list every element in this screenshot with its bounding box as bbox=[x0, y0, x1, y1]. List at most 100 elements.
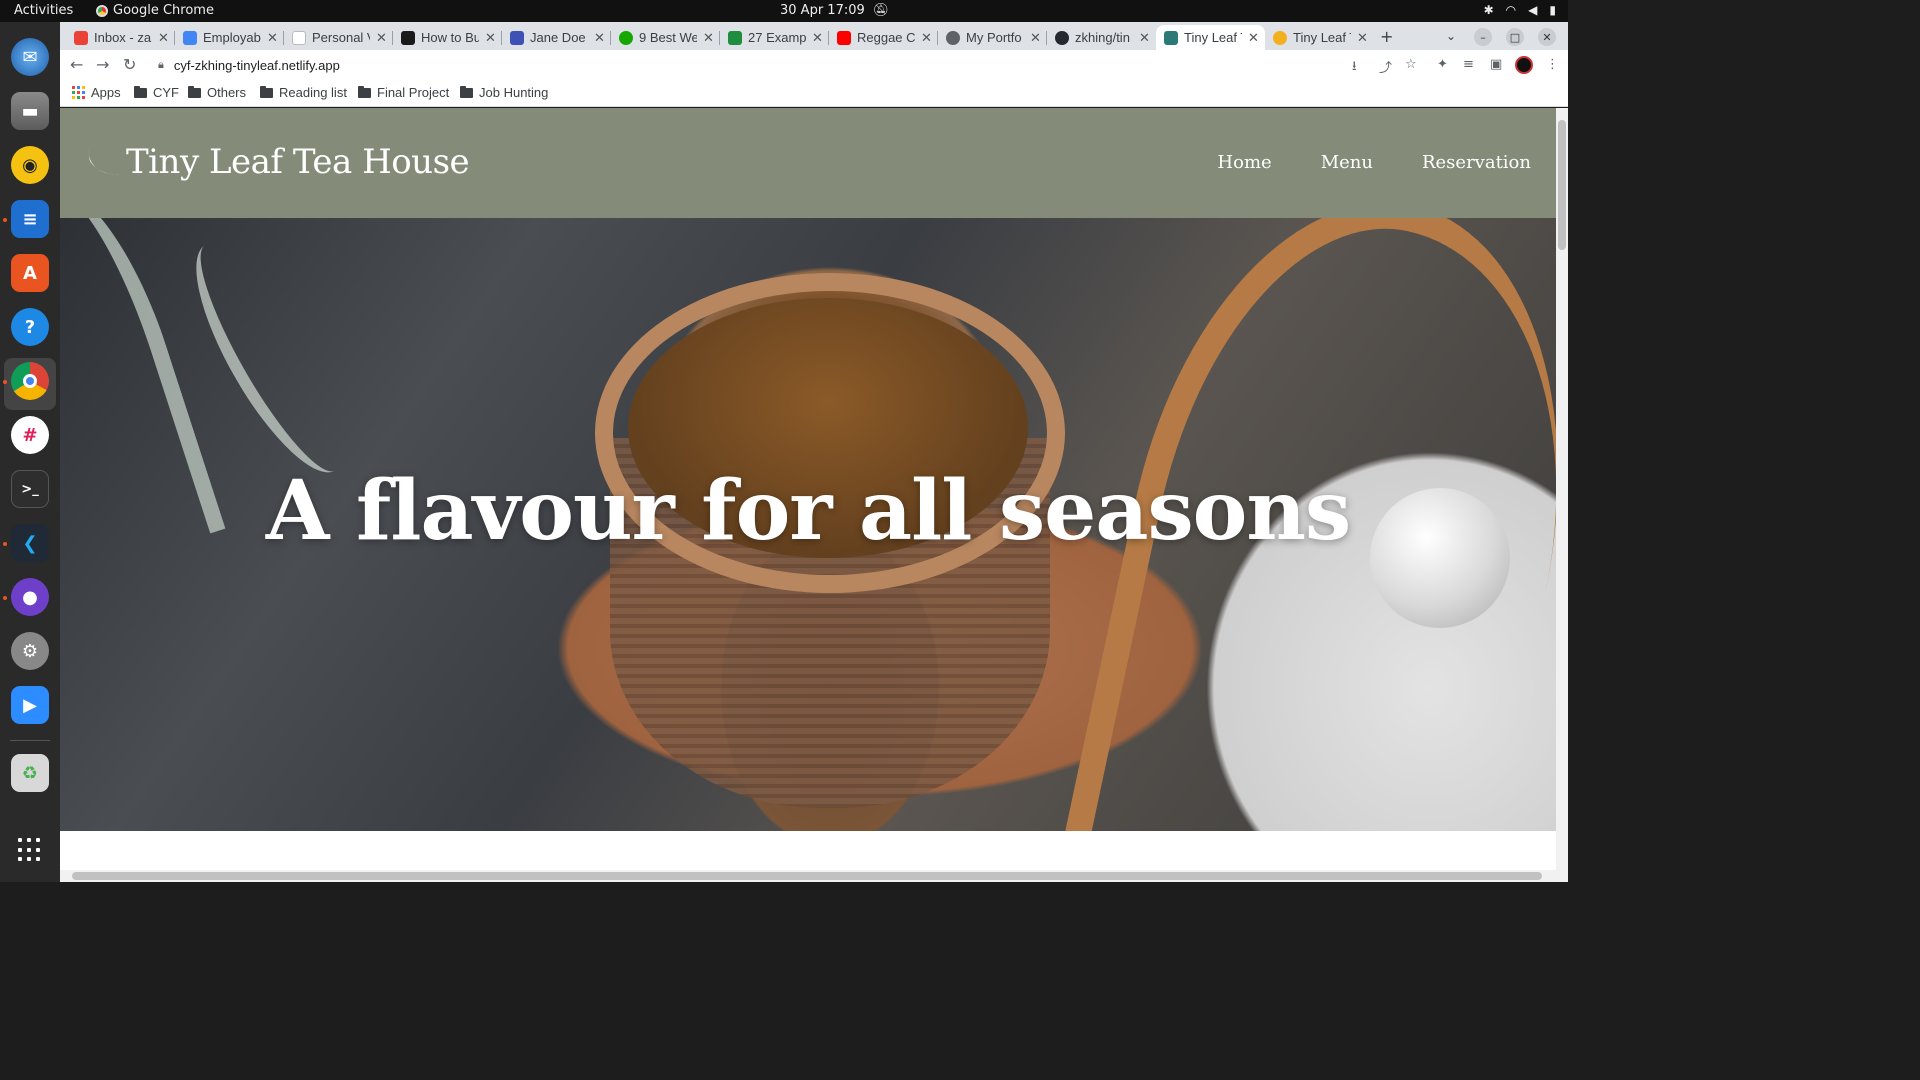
page-icon bbox=[292, 30, 306, 45]
help-icon[interactable]: ? bbox=[11, 308, 49, 346]
sheet-icon bbox=[728, 30, 742, 45]
nav-menu-link[interactable]: Menu bbox=[1321, 152, 1373, 173]
running-indicator bbox=[3, 380, 7, 384]
forward-icon[interactable]: → bbox=[96, 55, 109, 74]
close-icon[interactable]: ✕ bbox=[1248, 30, 1259, 46]
close-window-icon[interactable]: ✕ bbox=[1538, 28, 1556, 46]
app-name: Google Chrome bbox=[113, 3, 214, 18]
reload-icon[interactable]: ↻ bbox=[123, 55, 136, 74]
chrome-icon[interactable] bbox=[11, 362, 49, 400]
settings-icon[interactable]: ⚙ bbox=[11, 632, 49, 670]
close-icon[interactable]: ✕ bbox=[376, 30, 387, 46]
browser-toolbar: ← → ↻ 🔒︎ cyf-zkhing-tinyleaf.netlify.app… bbox=[60, 50, 1568, 80]
writer-icon[interactable]: ≡ bbox=[11, 200, 49, 238]
extensions-icon[interactable]: ✦ bbox=[1437, 57, 1448, 72]
activities-button[interactable]: Activities bbox=[14, 3, 73, 18]
rhythmbox-icon[interactable]: ◉ bbox=[11, 146, 49, 184]
tab[interactable]: Inbox - za ✕ bbox=[66, 25, 175, 50]
close-icon[interactable]: ✕ bbox=[921, 30, 932, 46]
apps-grid-icon bbox=[72, 86, 85, 99]
chrome-icon bbox=[96, 4, 108, 17]
tab-label: zkhing/tin bbox=[1075, 30, 1130, 45]
close-icon[interactable]: ✕ bbox=[1357, 30, 1368, 46]
slack-icon[interactable]: # bbox=[11, 416, 49, 454]
tab-label: Employab bbox=[203, 30, 261, 45]
site-brand[interactable]: Tiny Leaf Tea House bbox=[84, 142, 470, 182]
tab-search-icon[interactable]: ⌄ bbox=[1446, 29, 1456, 43]
sun-icon bbox=[1273, 30, 1287, 45]
profile-avatar[interactable] bbox=[1515, 56, 1533, 74]
trash-icon[interactable]: ♻ bbox=[11, 754, 49, 792]
volume-icon: ◀ bbox=[1528, 3, 1538, 17]
minimize-icon[interactable]: – bbox=[1474, 28, 1492, 46]
tab[interactable]: Jane Doe ✕ bbox=[502, 25, 611, 50]
close-icon[interactable]: ✕ bbox=[594, 30, 605, 46]
nav-reservation-link[interactable]: Reservation bbox=[1422, 152, 1531, 173]
tab[interactable]: 9 Best We ✕ bbox=[611, 25, 720, 50]
bookmark-folder[interactable]: Job Hunting bbox=[460, 85, 548, 100]
nav-home-link[interactable]: Home bbox=[1217, 152, 1271, 173]
tab[interactable]: My Portfo ✕ bbox=[938, 25, 1047, 50]
jd-icon bbox=[510, 30, 524, 45]
bookmark-folder[interactable]: Others bbox=[188, 85, 246, 100]
tab[interactable]: zkhing/tin ✕ bbox=[1047, 25, 1156, 50]
install-icon[interactable]: ⭳ bbox=[1352, 57, 1357, 79]
back-icon[interactable]: ← bbox=[70, 55, 83, 74]
tab[interactable]: Tiny Leaf T ✕ bbox=[1265, 25, 1374, 50]
site-nav: Home Menu Reservation bbox=[1217, 152, 1531, 173]
bookmark-folder[interactable]: Reading list bbox=[260, 85, 347, 100]
vertical-scrollbar[interactable] bbox=[1556, 108, 1568, 870]
dock-separator bbox=[10, 740, 50, 741]
docs-icon bbox=[183, 30, 197, 45]
reading-list-icon[interactable]: ≡ bbox=[1463, 57, 1474, 72]
scrollbar-thumb[interactable] bbox=[72, 872, 1542, 880]
tab[interactable]: Reggae Cr ✕ bbox=[829, 25, 938, 50]
vscode-icon[interactable]: ❮ bbox=[11, 524, 49, 562]
share-icon[interactable]: ⤴ bbox=[1379, 57, 1392, 76]
tab[interactable]: How to Bu ✕ bbox=[393, 25, 502, 50]
side-panel-icon[interactable]: ▣ bbox=[1490, 57, 1502, 72]
close-icon[interactable]: ✕ bbox=[1030, 30, 1041, 46]
tab[interactable]: Employab ✕ bbox=[175, 25, 284, 50]
files-icon[interactable]: ▬ bbox=[11, 92, 49, 130]
tab[interactable]: 27 Exampl ✕ bbox=[720, 25, 829, 50]
dock: ✉ ▬ ◉ ≡ A ? # >_ ❮ ● ⚙ ▶ ♻ bbox=[0, 22, 60, 882]
close-icon[interactable]: ✕ bbox=[267, 30, 278, 46]
tab-strip: Inbox - za ✕ Employab ✕ Personal V ✕ How… bbox=[60, 22, 1568, 50]
terminal-icon[interactable]: >_ bbox=[11, 470, 49, 508]
bookmark-folder[interactable]: CYF bbox=[134, 85, 179, 100]
github-icon[interactable]: ● bbox=[11, 578, 49, 616]
close-icon[interactable]: ✕ bbox=[158, 30, 169, 46]
brand-name: Tiny Leaf Tea House bbox=[126, 142, 470, 182]
close-icon[interactable]: ✕ bbox=[812, 30, 823, 46]
globe-icon bbox=[946, 30, 960, 45]
bookmark-label: Apps bbox=[91, 85, 121, 100]
thunderbird-icon[interactable]: ✉ bbox=[11, 38, 49, 76]
software-icon[interactable]: A bbox=[11, 254, 49, 292]
new-tab-icon[interactable]: + bbox=[1380, 27, 1393, 46]
bookmark-folder[interactable]: Final Project bbox=[358, 85, 449, 100]
close-icon[interactable]: ✕ bbox=[485, 30, 496, 46]
bookmark-apps[interactable]: Apps bbox=[72, 85, 121, 100]
close-icon[interactable]: ✕ bbox=[703, 30, 714, 46]
bookmark-label: Job Hunting bbox=[479, 85, 549, 100]
clock[interactable]: 30 Apr 17:09 🔕︎ bbox=[780, 3, 889, 18]
address-bar[interactable]: 🔒︎ cyf-zkhing-tinyleaf.netlify.app bbox=[152, 53, 1352, 77]
site-icon bbox=[401, 30, 415, 45]
app-menu[interactable]: Google Chrome bbox=[96, 3, 214, 18]
folder-icon bbox=[188, 85, 201, 98]
tab-active[interactable]: Tiny Leaf T ✕ bbox=[1156, 25, 1265, 50]
hero-title: A flavour for all seasons bbox=[265, 463, 1351, 559]
show-apps-icon[interactable] bbox=[18, 838, 42, 862]
menu-kebab-icon[interactable]: ⋮ bbox=[1546, 57, 1559, 72]
zoom-icon[interactable]: ▶ bbox=[11, 686, 49, 724]
horizontal-scrollbar[interactable] bbox=[60, 870, 1568, 882]
tab[interactable]: Personal V ✕ bbox=[284, 25, 393, 50]
scrollbar-thumb[interactable] bbox=[1558, 120, 1566, 250]
restore-icon[interactable]: □ bbox=[1506, 28, 1524, 46]
bookmark-star-icon[interactable]: ☆ bbox=[1405, 57, 1417, 72]
system-tray[interactable]: ✱ ◠ ◀ ▮ bbox=[1484, 3, 1556, 17]
hero-section: A flavour for all seasons bbox=[60, 218, 1556, 831]
tab-label: Personal V bbox=[312, 30, 370, 45]
close-icon[interactable]: ✕ bbox=[1139, 30, 1150, 46]
